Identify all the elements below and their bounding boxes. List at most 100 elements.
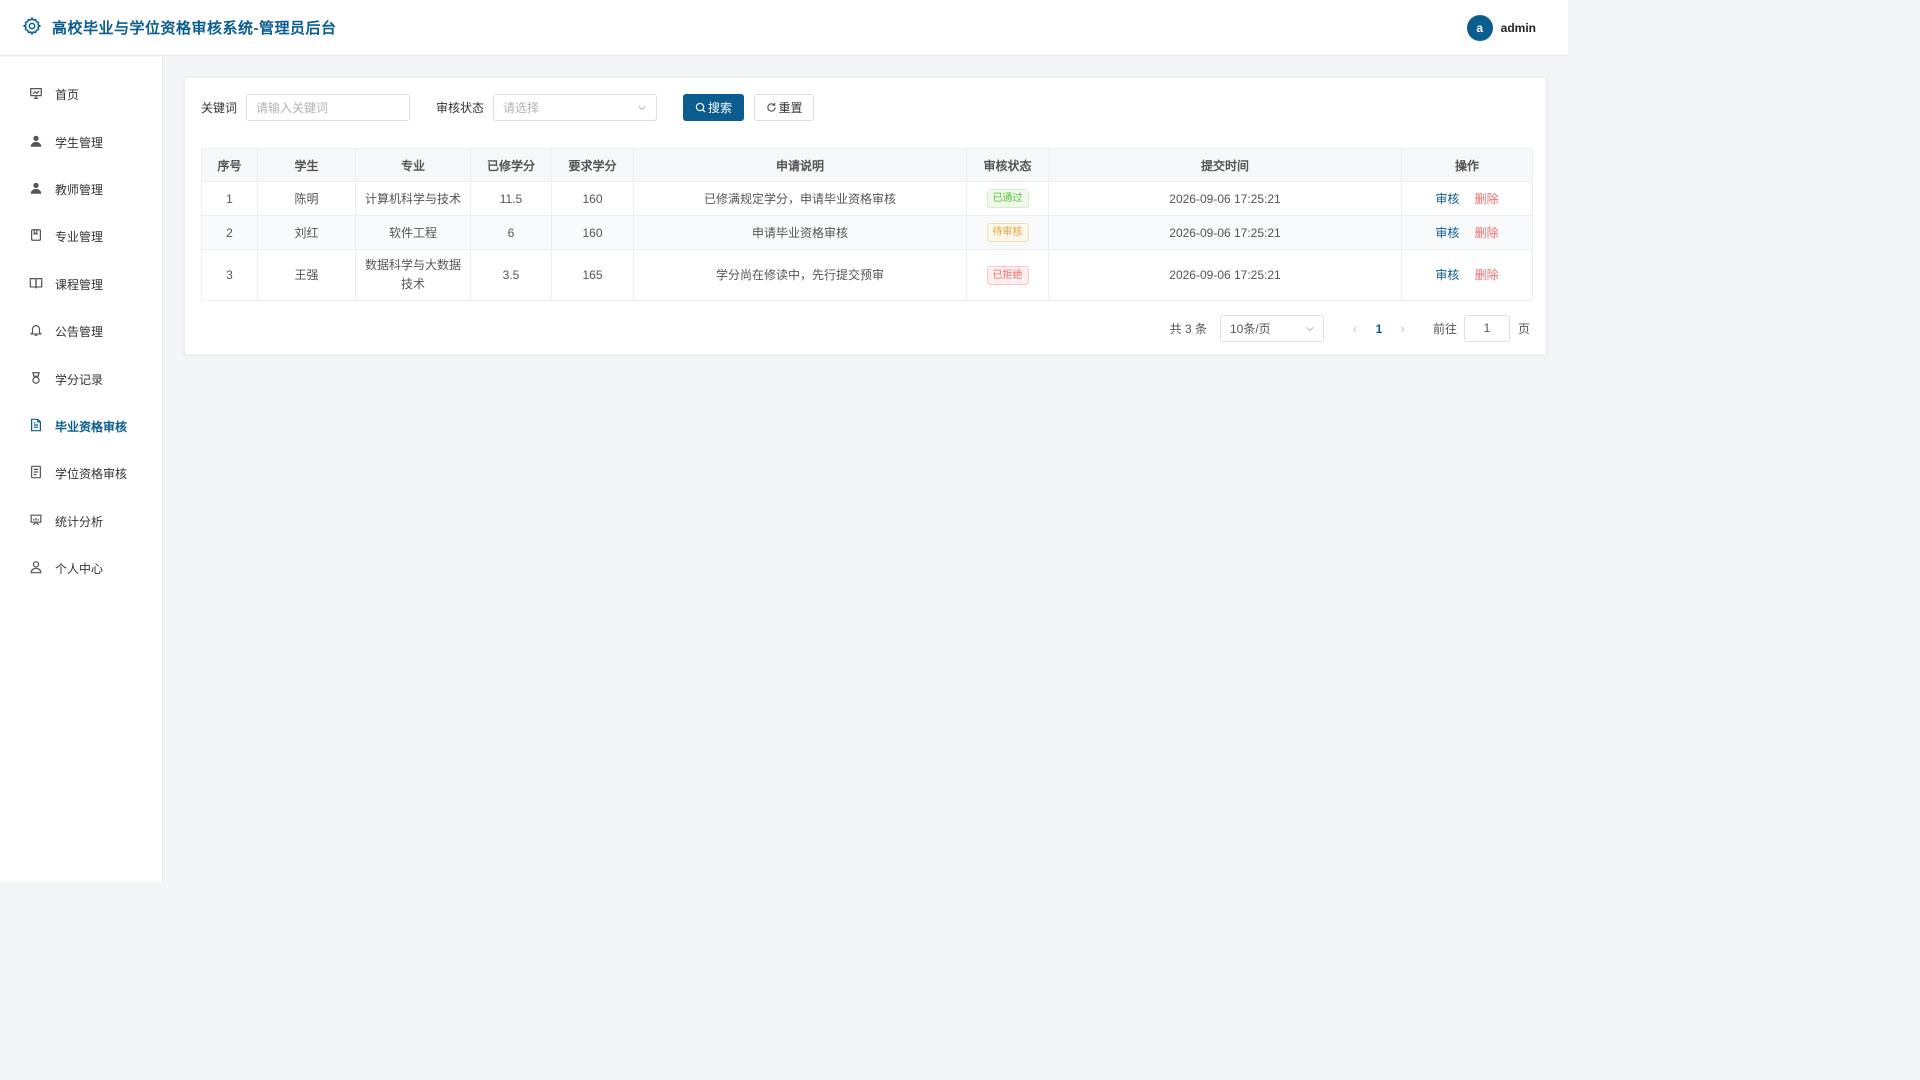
notebook-icon [29,228,43,245]
column-header: 已修学分 [470,148,552,182]
sidebar-item-label: 统计分析 [55,514,104,529]
review-link[interactable]: 审核 [1435,190,1459,207]
sidebar-item-label: 学生管理 [55,135,104,150]
cell-actions: 审核 删除 [1401,249,1533,301]
cell-required-credits: 160 [551,181,634,216]
sidebar-item-profile[interactable]: 个人中心 [0,545,162,592]
user-icon [29,560,43,577]
document-icon [29,418,43,435]
table-header-row: 序号 学生 专业 已修学分 要求学分 申请说明 审核状态 提交时间 操作 [201,148,1533,182]
sidebar-item-credits[interactable]: 学分记录 [0,355,162,402]
cell-student: 陈明 [257,181,356,216]
column-header: 审核状态 [966,148,1049,182]
sidebar-item-label: 首页 [55,88,80,103]
cell-required-credits: 160 [551,215,634,250]
data-board-icon [29,513,43,530]
user-filled-icon [29,134,43,151]
sidebar-item-courses[interactable]: 课程管理 [0,261,162,308]
sidebar-item-label: 个人中心 [55,562,104,577]
cell-earned-credits: 6 [470,215,552,250]
sidebar-item-teachers[interactable]: 教师管理 [0,166,162,213]
sidebar-item-students[interactable]: 学生管理 [0,118,162,165]
sidebar-item-label: 公告管理 [55,325,104,340]
cell-actions: 审核 删除 [1401,215,1533,250]
user-menu[interactable]: a admin [1466,14,1536,41]
search-button-label: 搜索 [708,101,733,115]
sidebar-item-label: 毕业资格审核 [55,419,128,434]
cell-note: 申请毕业资格审核 [633,215,967,250]
sidebar-item-label: 学位资格审核 [55,467,128,482]
status-badge: 待审核 [986,223,1029,242]
status-label: 审核状态 [436,101,485,115]
column-header: 序号 [201,148,258,182]
status-badge: 已通过 [986,189,1029,208]
filter-bar: 关键词 请输入关键词 审核状态 请选择 搜索 重置 [201,94,815,121]
cell-note: 已修满规定学分，申请毕业资格审核 [633,181,967,216]
sidebar-item-home[interactable]: 首页 [0,71,162,118]
bell-icon [29,323,43,340]
chevron-down-icon [638,106,646,111]
prev-page-button[interactable]: ‹ [1345,321,1365,336]
cell-index: 3 [201,249,258,301]
app-title: 高校毕业与学位资格审核系统-管理员后台 [52,20,337,37]
next-page-button[interactable]: › [1393,321,1413,336]
column-header: 提交时间 [1048,148,1402,182]
cell-time: 2026-09-06 17:25:21 [1048,215,1402,250]
sidebar-item-label: 课程管理 [55,277,104,292]
refresh-icon [766,102,776,112]
status-select[interactable]: 请选择 [493,94,658,121]
cell-note: 学分尚在修读中，先行提交预审 [633,249,967,301]
column-header: 操作 [1401,148,1533,182]
search-icon [695,102,706,113]
pagination: 共 3 条 10条/页 ‹ 1 › 前往 1 页 [1170,315,1530,342]
sidebar-item-graduation-review[interactable]: 毕业资格审核 [0,403,162,450]
goto-page-input[interactable]: 1 [1463,315,1510,342]
table-row: 3 王强 数据科学与大数据技术 3.5 165 学分尚在修读中，先行提交预审 已… [201,249,1533,301]
sidebar-item-statistics[interactable]: 统计分析 [0,498,162,545]
chevron-down-icon [1306,326,1314,331]
cell-time: 2026-09-06 17:25:21 [1048,249,1402,301]
delete-link[interactable]: 删除 [1475,266,1499,285]
cell-student: 王强 [257,249,356,301]
review-link[interactable]: 审核 [1435,224,1459,241]
sidebar-item-notices[interactable]: 公告管理 [0,308,162,355]
table-row: 2 刘红 软件工程 6 160 申请毕业资格审核 待审核 2026-09-06 … [201,215,1533,250]
delete-link[interactable]: 删除 [1475,190,1499,207]
column-header: 专业 [355,148,471,182]
search-button[interactable]: 搜索 [683,94,745,121]
cell-student: 刘红 [257,215,356,250]
avatar[interactable]: a [1466,14,1493,41]
table-row: 1 陈明 计算机科学与技术 11.5 160 已修满规定学分，申请毕业资格审核 … [201,181,1533,216]
sidebar-item-majors[interactable]: 专业管理 [0,213,162,260]
page-suffix: 页 [1517,322,1530,336]
cell-major: 数据科学与大数据技术 [355,249,471,301]
goto-label: 前往 [1432,322,1457,336]
keyword-input[interactable]: 请输入关键词 [246,94,411,121]
sidebar: 首页 学生管理 教师管理 专业管理 课程管理 公告管理 学分记录 毕业资格审核 … [0,57,163,882]
sidebar-item-label: 学分记录 [55,372,104,387]
sidebar-item-degree-review[interactable]: 学位资格审核 [0,450,162,497]
status-badge: 已拒绝 [986,266,1029,285]
medal-icon [29,371,43,388]
username[interactable]: admin [1501,21,1536,35]
keyword-placeholder: 请输入关键词 [256,101,329,115]
reset-button[interactable]: 重置 [754,94,815,121]
tickets-icon [29,465,43,482]
column-header: 要求学分 [551,148,634,182]
book-icon [29,276,43,293]
total-count: 共 3 条 [1169,322,1207,336]
delete-link[interactable]: 删除 [1475,224,1499,241]
dashboard-icon [29,86,43,103]
cell-status: 已拒绝 [966,249,1049,301]
column-header: 学生 [257,148,356,182]
review-link[interactable]: 审核 [1435,266,1459,285]
cell-required-credits: 165 [551,249,634,301]
sidebar-item-label: 专业管理 [55,230,104,245]
user-filled-icon [29,181,43,198]
cell-major: 软件工程 [355,215,471,250]
sidebar-item-label: 教师管理 [55,182,104,197]
review-table: 序号 学生 专业 已修学分 要求学分 申请说明 审核状态 提交时间 操作 1 陈… [201,148,1533,301]
page-number[interactable]: 1 [1365,322,1393,336]
cell-earned-credits: 11.5 [470,181,552,216]
page-size-select[interactable]: 10条/页 [1219,315,1324,342]
